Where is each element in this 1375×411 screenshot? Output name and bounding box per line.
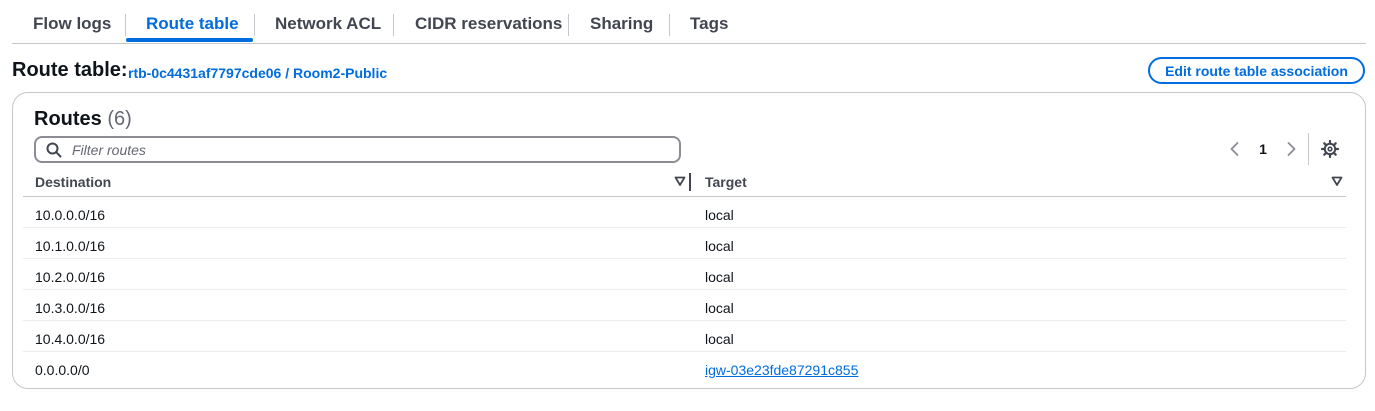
active-tab-indicator (126, 38, 253, 42)
edit-route-table-association-button[interactable]: Edit route table association (1148, 57, 1365, 84)
tab-divider (669, 14, 670, 36)
sort-down-icon[interactable] (674, 175, 686, 187)
tab-tags[interactable]: Tags (690, 14, 728, 34)
pagination-divider (1308, 133, 1309, 165)
route-destination: 10.4.0.0/16 (35, 331, 106, 347)
routes-heading: Routes (6) (34, 108, 132, 131)
route-target: local (705, 300, 734, 316)
column-resize-handle[interactable] (689, 173, 691, 191)
tab-network-acl[interactable]: Network ACL (275, 14, 381, 34)
internet-gateway-link[interactable]: igw-03e23fde87291c855 (705, 362, 858, 378)
tab-divider (254, 14, 255, 36)
route-target: local (705, 331, 734, 347)
route-destination: 10.3.0.0/16 (35, 300, 106, 316)
routes-title: Routes (34, 108, 102, 130)
chevron-right-icon[interactable] (1281, 139, 1301, 159)
route-destination: 10.2.0.0/16 (35, 269, 106, 285)
filter-routes-field[interactable] (34, 136, 681, 163)
route-table-link[interactable]: rtb-0c4431af7797cde06 / Room2-Public (128, 65, 387, 81)
table-row: 10.0.0.0/16 local (23, 197, 1346, 228)
table-row: 0.0.0.0/0 igw-03e23fde87291c855 (23, 352, 1346, 382)
tab-divider (393, 14, 394, 36)
tab-sharing[interactable]: Sharing (590, 14, 653, 34)
table-row: 10.4.0.0/16 local (23, 321, 1346, 352)
route-destination: 10.1.0.0/16 (35, 238, 106, 254)
filter-routes-input[interactable] (72, 140, 672, 159)
route-table-heading: Route table: (12, 59, 128, 81)
tab-bar: Flow logs Route table Network ACL CIDR r… (12, 0, 1366, 44)
tab-divider (568, 14, 569, 36)
column-header-target[interactable]: Target (705, 174, 747, 190)
chevron-left-icon[interactable] (1225, 139, 1245, 159)
tab-flow-logs[interactable]: Flow logs (33, 14, 111, 34)
route-target: local (705, 238, 734, 254)
route-destination: 10.0.0.0/16 (35, 207, 106, 223)
route-target: local (705, 207, 734, 223)
column-header-destination[interactable]: Destination (35, 174, 111, 190)
table-row: 10.2.0.0/16 local (23, 259, 1346, 290)
route-target: local (705, 269, 734, 285)
route-destination: 0.0.0.0/0 (35, 362, 90, 378)
search-icon (46, 142, 62, 158)
sort-down-icon[interactable] (1331, 175, 1343, 187)
routes-count: (6) (107, 108, 132, 130)
tab-divider (125, 14, 126, 36)
routes-panel: Routes (6) 1 Destination (12, 92, 1366, 389)
tab-cidr-reservations[interactable]: CIDR reservations (415, 14, 562, 34)
table-row: 10.3.0.0/16 local (23, 290, 1346, 321)
routes-table-header: Destination Target (23, 171, 1346, 197)
table-row: 10.1.0.0/16 local (23, 228, 1346, 259)
gear-icon[interactable] (1320, 139, 1340, 159)
current-page-number[interactable]: 1 (1257, 141, 1269, 157)
tab-route-table[interactable]: Route table (146, 14, 239, 34)
